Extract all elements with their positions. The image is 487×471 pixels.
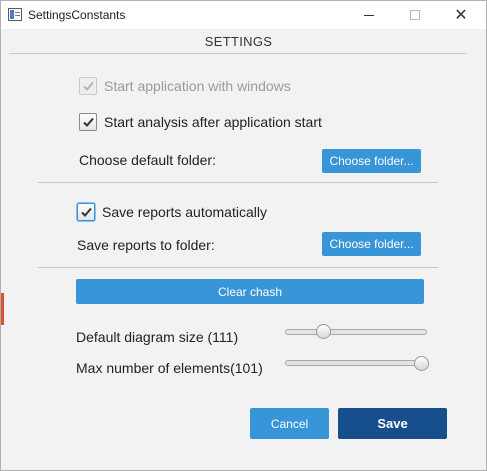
choose-default-folder-button[interactable]: Choose folder... xyxy=(322,149,421,173)
max-elements-slider-track[interactable] xyxy=(285,360,427,366)
start-with-windows-checkbox xyxy=(79,77,97,95)
section-divider xyxy=(38,182,438,183)
settings-window: SettingsConstants ✕ SETTINGS Start appli… xyxy=(0,0,487,471)
max-elements-slider-thumb[interactable] xyxy=(414,356,429,371)
report-folder-label: Save reports to folder: xyxy=(77,237,215,253)
diagram-size-slider-thumb[interactable] xyxy=(315,324,331,339)
start-analysis-checkbox[interactable] xyxy=(79,113,97,131)
settings-heading: SETTINGS xyxy=(204,34,273,49)
maximize-icon xyxy=(410,10,420,20)
background-window-edge xyxy=(1,293,4,325)
start-analysis-label: Start analysis after application start xyxy=(104,114,322,130)
start-analysis-option[interactable]: Start analysis after application start xyxy=(79,113,322,131)
minimize-button[interactable] xyxy=(346,1,392,29)
max-elements-label: Max number of elements(101) xyxy=(76,360,263,376)
checkmark-icon xyxy=(82,81,94,91)
save-reports-label: Save reports automatically xyxy=(102,204,267,220)
diagram-size-label: Default diagram size (111) xyxy=(76,329,239,345)
app-window-icon xyxy=(8,8,22,21)
window-title: SettingsConstants xyxy=(28,8,126,22)
checkmark-icon xyxy=(80,207,92,217)
default-folder-label: Choose default folder: xyxy=(79,152,216,168)
heading-divider xyxy=(9,53,467,54)
close-button[interactable]: ✕ xyxy=(438,1,484,29)
maximize-button[interactable] xyxy=(392,1,438,29)
minimize-icon xyxy=(364,14,374,16)
diagram-size-slider-track[interactable] xyxy=(285,329,427,335)
close-icon: ✕ xyxy=(454,7,468,24)
save-reports-checkbox[interactable] xyxy=(77,203,95,221)
clear-cache-button[interactable]: Clear chash xyxy=(76,279,424,304)
cancel-button[interactable]: Cancel xyxy=(250,408,329,439)
save-reports-option[interactable]: Save reports automatically xyxy=(77,203,267,221)
checkmark-icon xyxy=(82,117,94,127)
choose-report-folder-button[interactable]: Choose folder... xyxy=(322,232,421,256)
start-with-windows-option: Start application with windows xyxy=(79,77,291,95)
save-button[interactable]: Save xyxy=(338,408,447,439)
start-with-windows-label: Start application with windows xyxy=(104,78,291,94)
title-bar[interactable]: SettingsConstants ✕ xyxy=(1,1,486,29)
section-divider xyxy=(38,267,438,268)
